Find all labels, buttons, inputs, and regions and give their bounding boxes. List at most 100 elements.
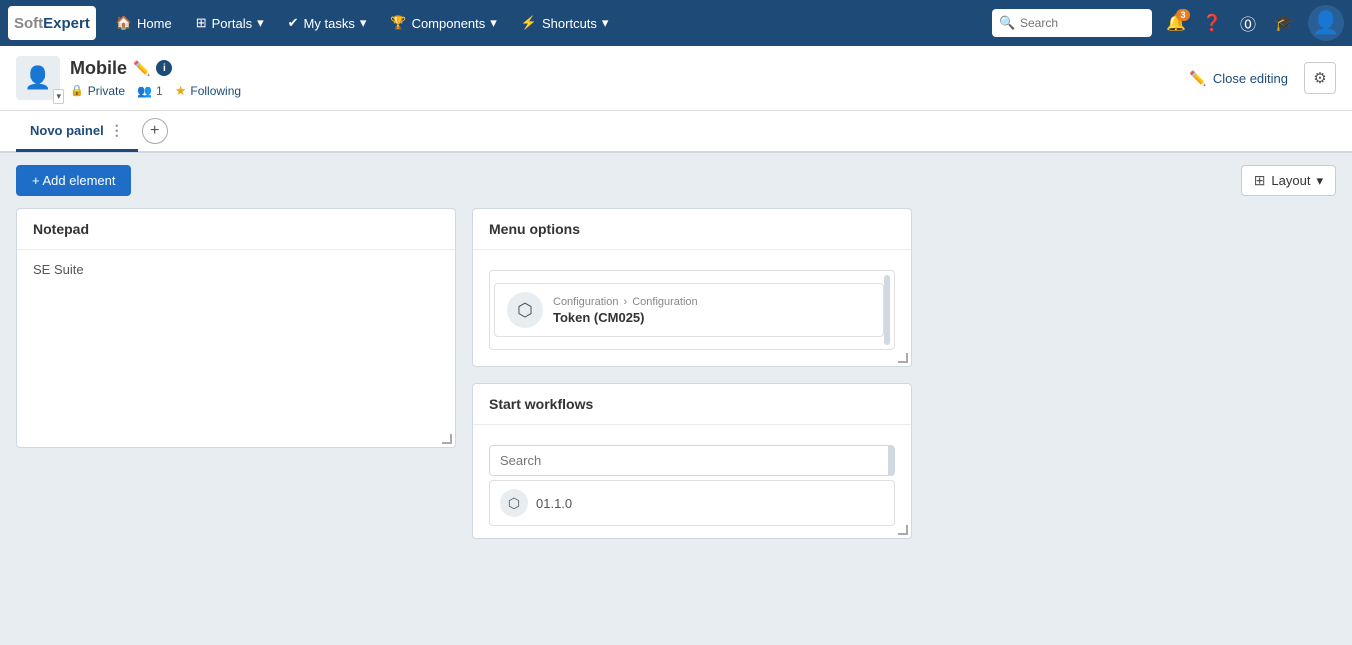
logo[interactable]: SoftExpert (8, 6, 96, 40)
menu-options-scrollbar[interactable] (884, 275, 890, 345)
resize-handle-notepad[interactable] (442, 434, 452, 444)
members-meta: 👥 1 (137, 84, 163, 98)
chevron-down-icon-tasks: ▾ (360, 15, 367, 31)
workflow-search-scrollbar[interactable] (888, 446, 894, 475)
nav-mytasks-label: My tasks (304, 16, 355, 31)
check-icon: ✔ (288, 15, 299, 31)
menu-options-card-wrap: Menu options ⬡ Configuration (472, 208, 912, 367)
close-editing-label: Close editing (1213, 71, 1288, 86)
nav-home[interactable]: 🏠 Home (104, 0, 184, 46)
pencil-icon: ✏️ (1189, 70, 1206, 87)
workflow-preview-item[interactable]: ⬡ 01.1.0 (489, 480, 895, 526)
workflow-search-input[interactable] (490, 446, 888, 475)
tab-novo-painel[interactable]: Novo painel ⋮ (16, 112, 138, 152)
search-input[interactable] (992, 9, 1152, 37)
header-left: 👤 ▾ Mobile ✏️ i 🔒 Private 👥 1 ★ (16, 56, 1181, 100)
notepad-card-title: Notepad (17, 209, 455, 250)
nav-portals[interactable]: ⊞ Portals ▾ (184, 0, 276, 46)
notepad-card-wrap: Notepad SE Suite (16, 208, 456, 448)
notepad-card-body: SE Suite (17, 250, 455, 289)
menu-options-inner: ⬡ Configuration › Configuration Token (C… (489, 270, 895, 350)
portal-grid-icon: 👤 (24, 65, 51, 91)
start-workflows-card: Start workflows ⬡ 01.1.0 (472, 383, 912, 539)
close-editing-button[interactable]: ✏️ Close editing (1181, 66, 1296, 91)
hexagon-icon: ⬡ (517, 300, 533, 321)
search-wrap: 🔍 (992, 9, 1152, 37)
avatar[interactable]: 👤 (1308, 5, 1344, 41)
settings-button[interactable]: ⚙ (1304, 62, 1336, 94)
main-content: Notepad SE Suite Menu options ⬡ (0, 208, 1352, 555)
page-title: Mobile (70, 58, 127, 79)
tabs-bar: Novo painel ⋮ + (0, 111, 1352, 153)
right-cards-column: Menu options ⬡ Configuration (472, 208, 912, 539)
portal-icon-wrap: 👤 ▾ (16, 56, 60, 100)
add-element-button[interactable]: + Add element (16, 165, 131, 196)
menu-options-title: Menu options (473, 209, 911, 250)
chevron-down-icon-comp: ▾ (490, 15, 497, 31)
nav-icon-group: 🔔 3 ❓ ⓪ 🎓 👤 (1160, 5, 1344, 41)
add-element-label: + Add element (32, 173, 115, 188)
private-label: Private (88, 84, 125, 98)
following-label: Following (190, 84, 241, 98)
workflow-item-text: 01.1.0 (536, 496, 572, 511)
nav-components[interactable]: 🏆 Components ▾ (378, 0, 508, 46)
gear-icon: ⚙ (1313, 69, 1326, 87)
private-meta: 🔒 Private (70, 84, 125, 98)
edit-pencil-icon[interactable]: ✏️ (133, 60, 150, 77)
layout-label: Layout (1271, 173, 1310, 188)
grid-layout-icon: ⊞ (1254, 172, 1266, 189)
chevron-down-icon-short: ▾ (602, 15, 609, 31)
menu-item[interactable]: ⬡ Configuration › Configuration Token (C… (494, 283, 884, 337)
notepad-card: Notepad SE Suite (16, 208, 456, 448)
resize-handle-menu[interactable] (898, 353, 908, 363)
plus-icon: + (150, 122, 159, 140)
resize-handle-workflows[interactable] (898, 525, 908, 535)
add-tab-button[interactable]: + (142, 118, 168, 144)
nav-shortcuts[interactable]: ⚡ Shortcuts ▾ (509, 0, 621, 46)
help-icon-btn[interactable]: ❓ (1196, 7, 1228, 39)
start-workflows-title: Start workflows (473, 384, 911, 425)
nav-components-label: Components (412, 16, 486, 31)
chevron-layout-icon: ▾ (1316, 173, 1323, 189)
header-title-row: Mobile ✏️ i (70, 58, 241, 79)
menu-item-icon: ⬡ (507, 292, 543, 328)
chevron-down-icon: ▾ (257, 15, 264, 31)
question-circle-btn[interactable]: ⓪ (1232, 7, 1264, 39)
menu-item-text: Configuration › Configuration Token (CM0… (553, 296, 698, 325)
trophy-icon: 🏆 (390, 15, 406, 31)
menu-item-name: Token (CM025) (553, 310, 698, 325)
info-icon[interactable]: i (156, 60, 172, 76)
star-icon: ★ (175, 83, 187, 99)
notification-badge: 3 (1176, 9, 1190, 21)
header-right: ✏️ Close editing ⚙ (1181, 62, 1336, 94)
start-workflows-body: ⬡ 01.1.0 (473, 425, 911, 538)
user-avatar-icon: 👤 (1312, 10, 1339, 36)
search-icon: 🔍 (999, 15, 1015, 31)
following-meta[interactable]: ★ Following (175, 83, 241, 99)
nav-portals-label: Portals (212, 16, 252, 31)
grid-icon: ⊞ (196, 15, 207, 31)
menu-breadcrumb: Configuration › Configuration (553, 296, 698, 308)
workflow-item-icon: ⬡ (500, 489, 528, 517)
header-meta: 🔒 Private 👥 1 ★ Following (70, 83, 241, 99)
members-count: 1 (156, 84, 163, 98)
graduation-cap-btn[interactable]: 🎓 (1268, 7, 1300, 39)
nav-shortcuts-label: Shortcuts (542, 16, 597, 31)
layout-button[interactable]: ⊞ Layout ▾ (1241, 165, 1336, 196)
menu-options-card: Menu options ⬡ Configuration (472, 208, 912, 367)
people-icon: 👥 (137, 84, 152, 98)
lock-icon: 🔒 (70, 84, 84, 97)
home-icon: 🏠 (116, 15, 132, 31)
top-navigation: SoftExpert 🏠 Home ⊞ Portals ▾ ✔ My tasks… (0, 0, 1352, 46)
notepad-content[interactable]: SE Suite (33, 262, 84, 277)
bolt-icon: ⚡ (521, 15, 537, 31)
workflow-icon-glyph: ⬡ (508, 495, 520, 512)
toolbar: + Add element ⊞ Layout ▾ (0, 153, 1352, 208)
nav-mytasks[interactable]: ✔ My tasks ▾ (276, 0, 379, 46)
workflow-search-wrap (489, 445, 895, 476)
portal-dropdown-btn[interactable]: ▾ (53, 89, 64, 104)
menu-options-content: ⬡ Configuration › Configuration Token (C… (494, 275, 884, 345)
header-title-group: Mobile ✏️ i 🔒 Private 👥 1 ★ Following (70, 58, 241, 99)
tab-menu-icon[interactable]: ⋮ (110, 122, 124, 139)
notification-bell[interactable]: 🔔 3 (1160, 7, 1192, 39)
